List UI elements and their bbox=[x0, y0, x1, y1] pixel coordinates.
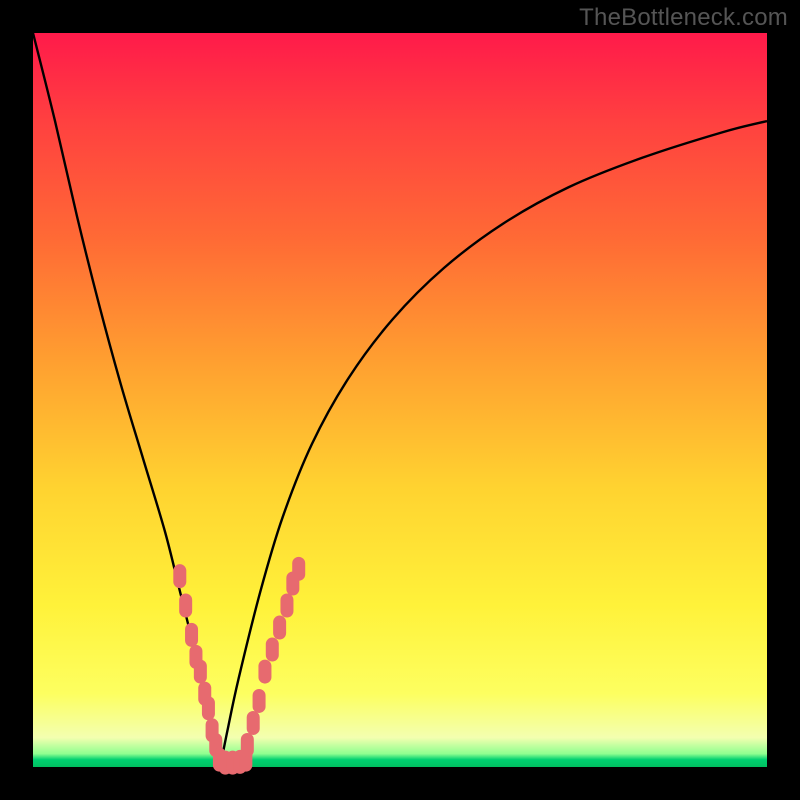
chart-stage: TheBottleneck.com bbox=[0, 0, 800, 800]
marker bbox=[241, 733, 254, 757]
right-curve bbox=[220, 121, 767, 767]
marker bbox=[258, 660, 271, 684]
watermark-text: TheBottleneck.com bbox=[579, 4, 788, 32]
marker bbox=[194, 660, 207, 684]
marker bbox=[280, 594, 293, 618]
plot-area bbox=[33, 33, 767, 767]
marker bbox=[266, 638, 279, 662]
marker bbox=[273, 616, 286, 640]
marker bbox=[247, 711, 260, 735]
marker bbox=[292, 557, 305, 581]
marker bbox=[202, 696, 215, 720]
marker bbox=[173, 564, 186, 588]
marker bbox=[185, 623, 198, 647]
markers-group bbox=[173, 557, 305, 775]
marker bbox=[253, 689, 266, 713]
marker bbox=[179, 594, 192, 618]
chart-svg bbox=[33, 33, 767, 767]
